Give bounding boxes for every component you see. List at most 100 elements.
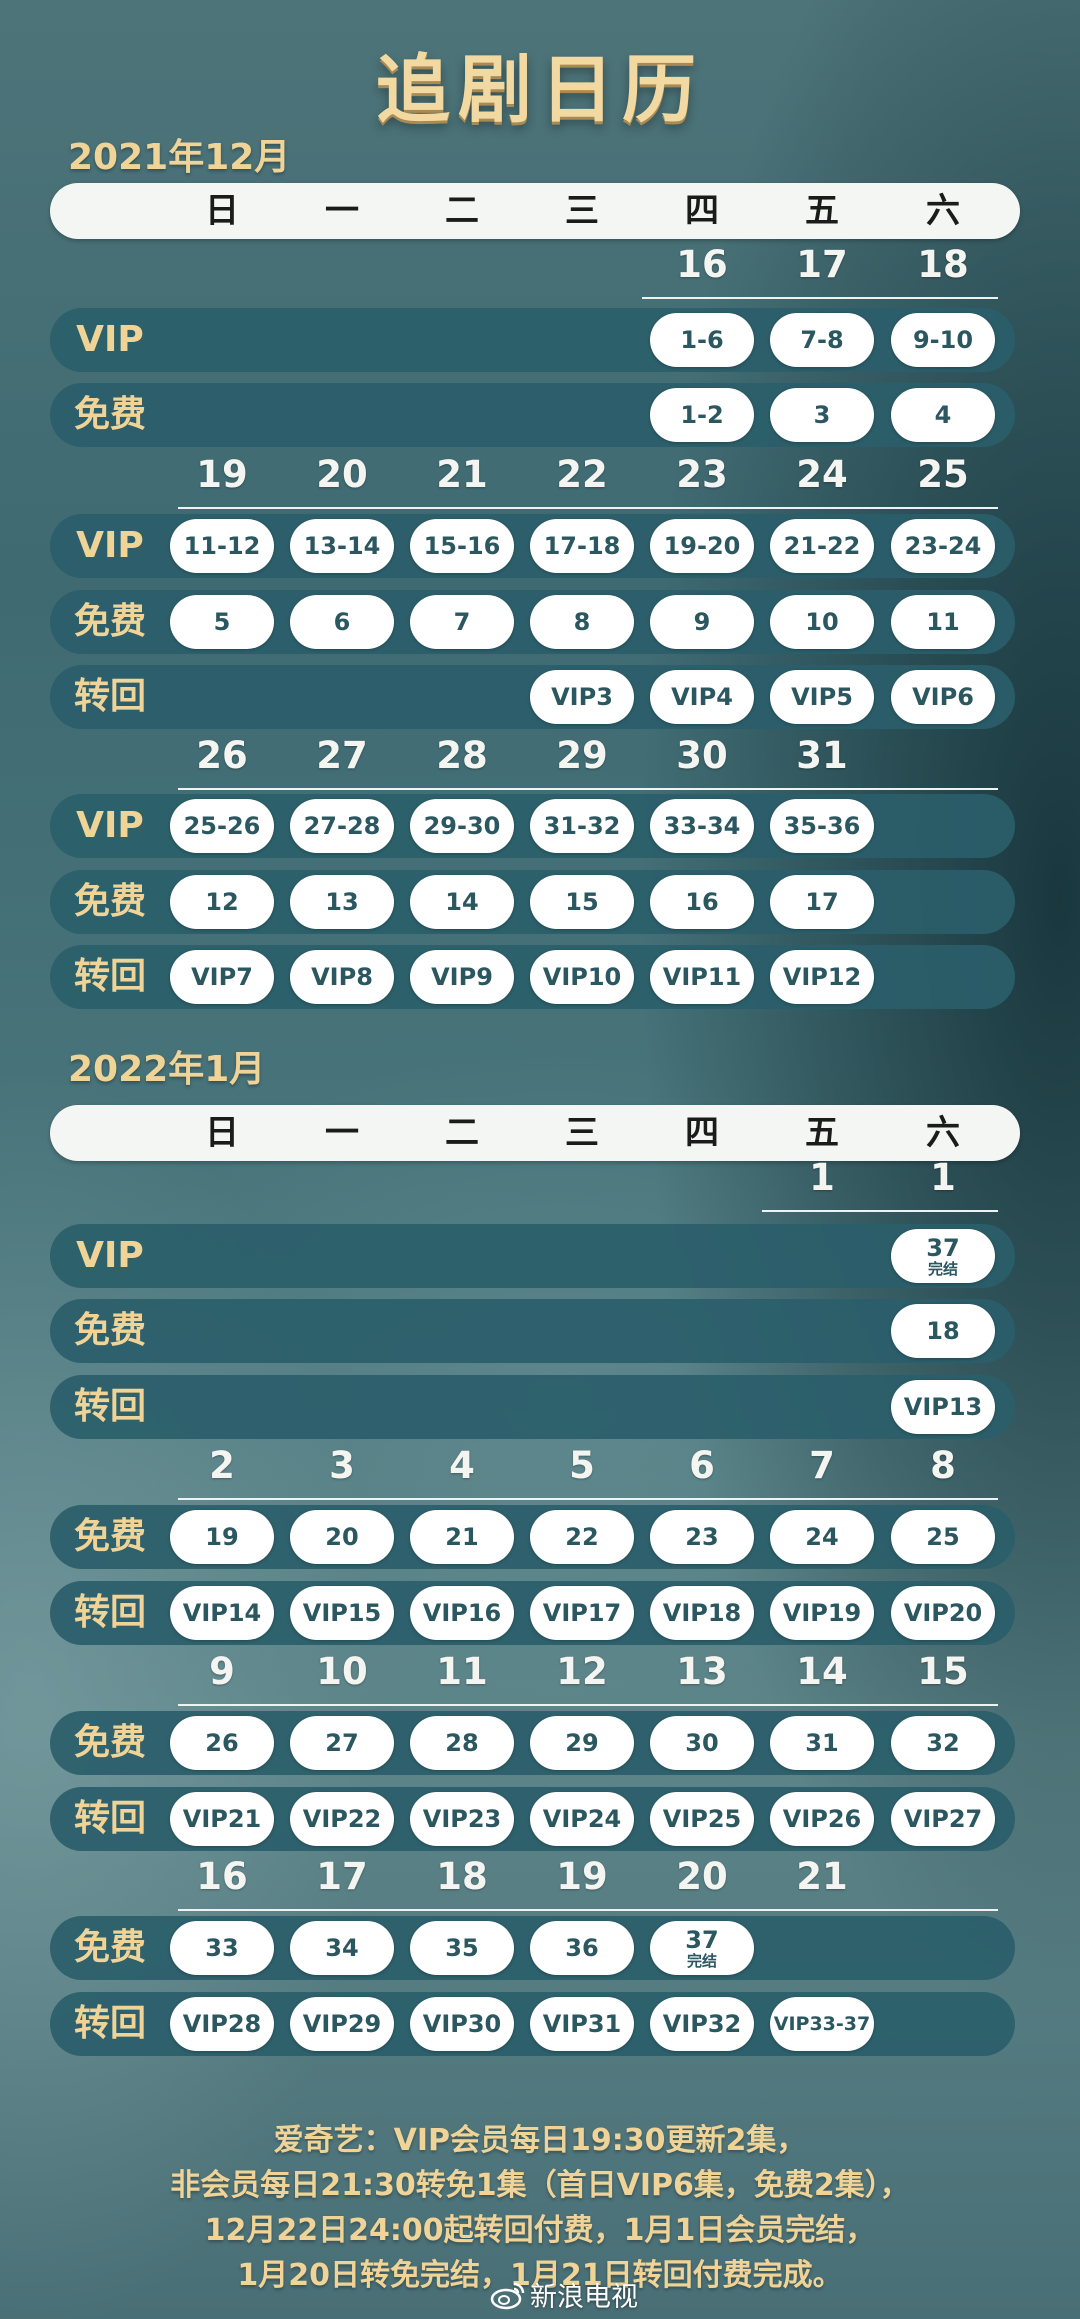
date-number: 28 <box>436 734 488 777</box>
episode-label: 15 <box>565 888 599 916</box>
episode-pill: 17-18 <box>530 519 634 573</box>
week-divider <box>178 507 998 509</box>
episode-label: VIP14 <box>182 1599 262 1627</box>
episode-label: VIP10 <box>542 963 622 991</box>
episode-label: 16 <box>685 888 719 916</box>
episode-label: 37 <box>685 1926 719 1954</box>
episode-sublabel: 完结 <box>927 1260 958 1278</box>
episode-label: VIP19 <box>782 1599 862 1627</box>
date-number: 15 <box>917 1650 969 1693</box>
episode-label: 33 <box>205 1934 239 1962</box>
episode-pill: 18 <box>891 1304 995 1358</box>
row-label: 转回 <box>73 1592 146 1633</box>
episode-pill: VIP9 <box>410 950 514 1004</box>
date-number: 11 <box>436 1650 488 1693</box>
episode-pill: 1-2 <box>650 388 754 442</box>
episode-label: 36 <box>565 1934 599 1962</box>
episode-pill: 24 <box>770 1510 874 1564</box>
note-line: 爱奇艺：VIP会员每日19:30更新2集， <box>273 2123 807 2158</box>
episode-label: 17 <box>805 888 839 916</box>
episode-pill: 35 <box>410 1921 514 1975</box>
episode-label: 11-12 <box>183 532 261 560</box>
weekday-label: 二 <box>445 191 479 231</box>
episode-label: VIP24 <box>542 1805 622 1833</box>
episode-label: 19-20 <box>663 532 741 560</box>
episode-pill: 33-34 <box>650 799 754 853</box>
episode-label: 27-28 <box>303 812 381 840</box>
episode-label: 34 <box>325 1934 359 1962</box>
weekday-label: 五 <box>805 191 839 231</box>
episode-pill: 15-16 <box>410 519 514 573</box>
episode-pill: 22 <box>530 1510 634 1564</box>
episode-label: 10 <box>805 608 839 636</box>
episode-label: 1-6 <box>680 326 724 354</box>
episode-label: 12 <box>205 888 239 916</box>
weekday-label: 一 <box>325 1113 359 1153</box>
episode-pill: VIP14 <box>170 1586 274 1640</box>
note-line: 非会员每日21:30转免1集（首日VIP6集，免费2集）， <box>170 2168 910 2203</box>
episode-pill: 30 <box>650 1716 754 1770</box>
week-divider <box>178 1909 998 1911</box>
episode-pill: 6 <box>290 595 394 649</box>
episode-sublabel: 完结 <box>686 1952 717 1970</box>
episode-label: VIP23 <box>422 1805 502 1833</box>
episode-pill: 37 完结 <box>650 1921 754 1975</box>
row-label: VIP <box>76 525 144 566</box>
episode-label: 4 <box>934 401 952 429</box>
episode-label: VIP21 <box>182 1805 262 1833</box>
episode-label: VIP13 <box>903 1393 983 1421</box>
episode-label: 7-8 <box>800 326 844 354</box>
episode-label: 15-16 <box>423 532 501 560</box>
date-number: 30 <box>676 734 728 777</box>
episode-pill: VIP13 <box>891 1380 995 1434</box>
date-number: 27 <box>316 734 368 777</box>
episode-label: 1-2 <box>680 401 724 429</box>
episode-label: VIP8 <box>311 963 373 991</box>
page-title: 追剧日历 <box>376 47 704 133</box>
episode-label: VIP32 <box>662 2010 742 2038</box>
date-number: 14 <box>796 1650 848 1693</box>
episode-label: VIP30 <box>422 2010 502 2038</box>
episode-pill: 13 <box>290 875 394 929</box>
episode-pill: 21-22 <box>770 519 874 573</box>
week-divider <box>762 1210 998 1212</box>
episode-label: VIP20 <box>903 1599 983 1627</box>
date-number: 20 <box>316 453 368 496</box>
episode-pill: 4 <box>891 388 995 442</box>
episode-pill: VIP24 <box>530 1792 634 1846</box>
episode-label: VIP12 <box>782 963 862 991</box>
episode-pill: VIP20 <box>891 1586 995 1640</box>
episode-pill: 11-12 <box>170 519 274 573</box>
row-label: 转回 <box>73 2003 146 2044</box>
row-band <box>50 1224 1015 1288</box>
week-divider <box>642 297 998 299</box>
episode-label: VIP33-37 <box>773 2013 871 2035</box>
episode-pill: VIP17 <box>530 1586 634 1640</box>
date-number: 22 <box>556 453 608 496</box>
episode-label: VIP11 <box>662 963 742 991</box>
episode-label: 21 <box>445 1523 479 1551</box>
episode-pill: 21 <box>410 1510 514 1564</box>
episode-pill: 10 <box>770 595 874 649</box>
episode-label: 31 <box>805 1729 839 1757</box>
episode-pill: 9-10 <box>891 313 995 367</box>
row-label: 免费 <box>73 394 146 435</box>
episode-pill: 17 <box>770 875 874 929</box>
episode-label: 33-34 <box>663 812 741 840</box>
episode-label: 19 <box>205 1523 239 1551</box>
weibo-icon <box>490 2282 525 2309</box>
week-divider <box>178 788 998 790</box>
row-label: 转回 <box>73 1798 146 1839</box>
weekday-label: 日 <box>205 191 239 231</box>
row-label: 转回 <box>73 676 146 717</box>
episode-label: 26 <box>205 1729 239 1757</box>
weekday-label: 三 <box>565 1113 599 1153</box>
episode-pill: 36 <box>530 1921 634 1975</box>
episode-pill: 27-28 <box>290 799 394 853</box>
episode-label: VIP17 <box>542 1599 622 1627</box>
episode-pill: 37 完结 <box>891 1229 995 1283</box>
date-number: 5 <box>569 1444 595 1487</box>
date-number: 31 <box>796 734 848 777</box>
episode-label: 25-26 <box>183 812 261 840</box>
weekday-label: 三 <box>565 191 599 231</box>
